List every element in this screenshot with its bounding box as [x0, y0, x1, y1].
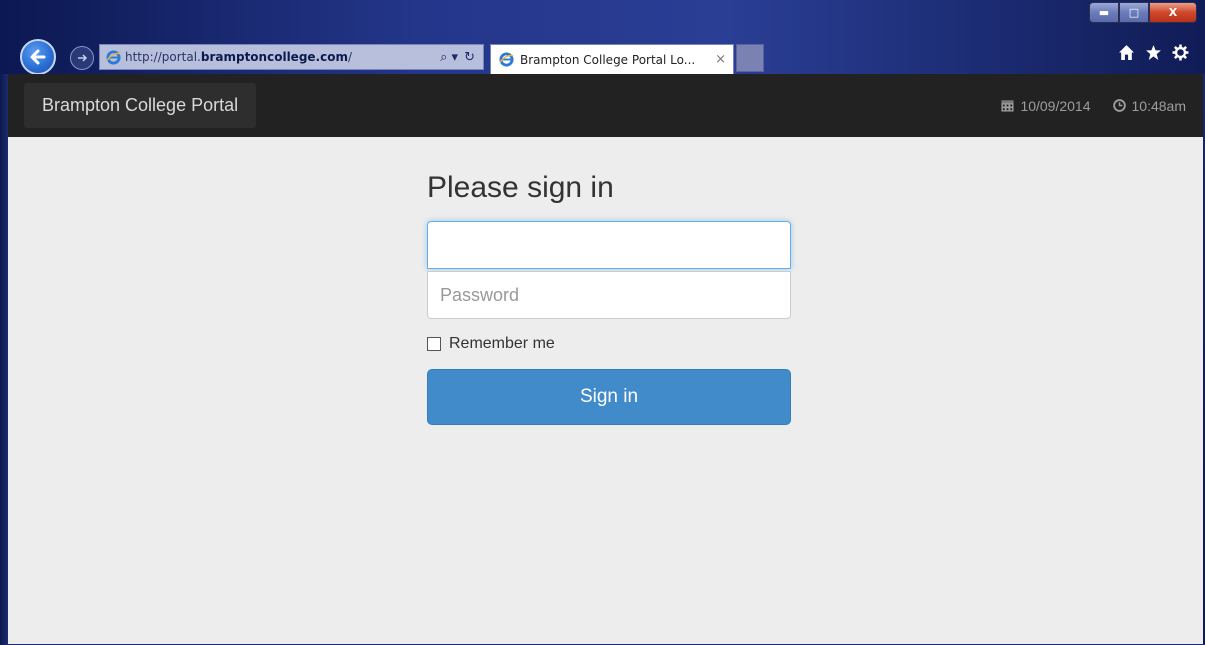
remember-me-label: Remember me: [449, 335, 555, 352]
address-tools: ⌕ ▾ ↻: [440, 50, 483, 65]
forward-arrow-icon: [78, 54, 88, 62]
page-viewport: Brampton College Portal 10/09/2014 10:48…: [8, 74, 1203, 644]
clock-icon: [1112, 99, 1126, 112]
remember-me-checkbox[interactable]: [427, 337, 441, 351]
browser-toolbar: [1118, 44, 1189, 66]
refresh-icon[interactable]: ↻: [464, 50, 475, 65]
minimize-button[interactable]: ▬: [1089, 2, 1119, 23]
url-host: bramptoncollege.com: [200, 50, 348, 64]
star-icon[interactable]: [1145, 44, 1162, 66]
url-suffix: /: [347, 50, 353, 64]
back-button[interactable]: [20, 39, 56, 75]
url-prefix: http://portal.: [125, 50, 201, 64]
time-display: 10:48am: [1112, 97, 1186, 114]
home-icon[interactable]: [1118, 44, 1135, 66]
remember-me-row[interactable]: Remember me: [427, 335, 791, 353]
search-icon[interactable]: ⌕ ▾: [440, 50, 458, 65]
window-controls: ▬ □ X: [1089, 2, 1197, 23]
tab-active[interactable]: Brampton College Portal Lo... ×: [490, 44, 734, 74]
maximize-button[interactable]: □: [1119, 2, 1149, 23]
back-arrow-icon: [30, 49, 46, 65]
forward-button[interactable]: [70, 46, 94, 70]
navbar-info: 10/09/2014 10:48am: [1001, 74, 1186, 137]
page-title: Please sign in: [427, 171, 614, 204]
sign-in-form: Please sign in Remember me Sign in: [427, 169, 791, 425]
browser-window: ▬ □ X http://portal.bramptoncollege.com/…: [0, 0, 1205, 645]
password-input[interactable]: [427, 271, 791, 319]
tab-close-icon[interactable]: ×: [715, 52, 726, 67]
date-text: 10/09/2014: [1020, 97, 1091, 114]
brand-link[interactable]: Brampton College Portal: [24, 83, 257, 128]
username-input[interactable]: [427, 221, 791, 269]
address-url[interactable]: http://portal.bramptoncollege.com/: [125, 50, 440, 64]
window-left-border: [0, 74, 8, 645]
site-navbar: Brampton College Portal 10/09/2014 10:48…: [8, 74, 1203, 137]
ie-logo-icon: [105, 49, 121, 65]
time-text: 10:48am: [1131, 97, 1186, 114]
new-tab-button[interactable]: [736, 44, 764, 72]
close-window-button[interactable]: X: [1149, 2, 1197, 23]
sign-in-button[interactable]: Sign in: [427, 369, 791, 425]
date-display: 10/09/2014: [1001, 97, 1091, 114]
calendar-icon: [1001, 100, 1014, 112]
gear-icon[interactable]: [1172, 44, 1189, 66]
tab-ie-logo-icon: [499, 52, 515, 68]
tab-title: Brampton College Portal Lo...: [520, 52, 696, 67]
address-bar[interactable]: http://portal.bramptoncollege.com/ ⌕ ▾ ↻: [99, 44, 484, 70]
